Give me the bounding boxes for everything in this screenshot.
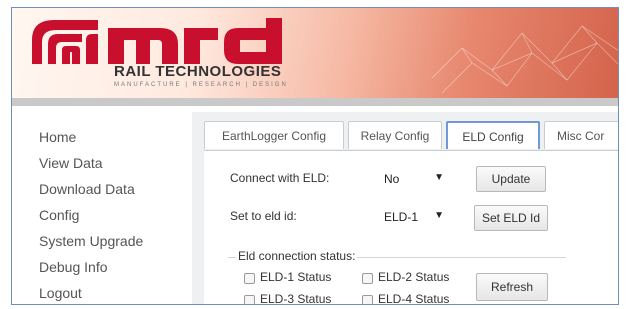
eld-status-legend: Eld connection status: — [236, 249, 358, 263]
chevron-down-icon: ▼ — [434, 210, 444, 221]
eld2-status-checkbox[interactable] — [362, 273, 373, 284]
set-eld-id-button[interactable]: Set ELD Id — [474, 205, 548, 231]
eld3-status-label: ELD-3 Status — [260, 292, 332, 305]
logo-tagline: MANUFACTURE | RESEARCH | DESIGN — [114, 82, 288, 88]
chevron-down-icon: ▼ — [434, 172, 444, 183]
connect-eld-select[interactable]: No ▼ — [370, 168, 450, 190]
eld2-status-label: ELD-2 Status — [378, 270, 450, 284]
mrd-logo: mrd — [32, 18, 282, 64]
eld3-status-checkbox[interactable] — [244, 295, 255, 304]
eld-config-content: Connect with ELD: No ▼ Update Set to eld… — [204, 150, 618, 305]
set-eld-id-label: Set to eld id: — [230, 209, 297, 223]
sidebar-item-system-upgrade[interactable]: System Upgrade — [39, 233, 143, 249]
tab-earthlogger-config[interactable]: EarthLogger Config — [204, 121, 344, 149]
brand-text: mrd — [32, 18, 34, 19]
network-mesh-decoration — [432, 25, 618, 94]
sidebar-item-view-data[interactable]: View Data — [39, 155, 103, 171]
sidebar-item-logout[interactable]: Logout — [39, 285, 82, 301]
eld-id-value: ELD-1 — [384, 210, 419, 224]
config-panel: EarthLogger Config Relay Config ELD Conf… — [192, 112, 618, 305]
logo-subtitle: RAIL TECHNOLOGIES — [114, 63, 282, 80]
refresh-button[interactable]: Refresh — [476, 273, 548, 301]
eld4-status-label: ELD-4 Status — [378, 292, 450, 305]
header-divider — [12, 98, 618, 106]
sidebar-item-debug-info[interactable]: Debug Info — [39, 259, 108, 275]
connect-eld-value: No — [384, 172, 400, 186]
sidebar-item-config[interactable]: Config — [39, 207, 79, 223]
sidebar-item-home[interactable]: Home — [39, 129, 76, 145]
sidebar-item-download-data[interactable]: Download Data — [39, 181, 135, 197]
app-window: mrd RAIL TECHNOLOGIES MANUFACTURE | RESE… — [11, 7, 619, 305]
header-banner: mrd RAIL TECHNOLOGIES MANUFACTURE | RESE… — [12, 8, 618, 98]
tab-relay-config[interactable]: Relay Config — [348, 121, 442, 149]
tab-eld-config[interactable]: ELD Config — [446, 121, 540, 149]
tab-misc-config[interactable]: Misc Cor — [544, 121, 618, 149]
eld4-status-checkbox[interactable] — [362, 295, 373, 304]
connect-eld-label: Connect with ELD: — [230, 171, 330, 185]
sidebar-nav: Home View Data Download Data Config Syst… — [12, 106, 187, 304]
eld1-status-label: ELD-1 Status — [260, 270, 332, 284]
update-button[interactable]: Update — [476, 166, 546, 192]
eld-id-select[interactable]: ELD-1 ▼ — [370, 206, 450, 228]
eld1-status-checkbox[interactable] — [244, 273, 255, 284]
